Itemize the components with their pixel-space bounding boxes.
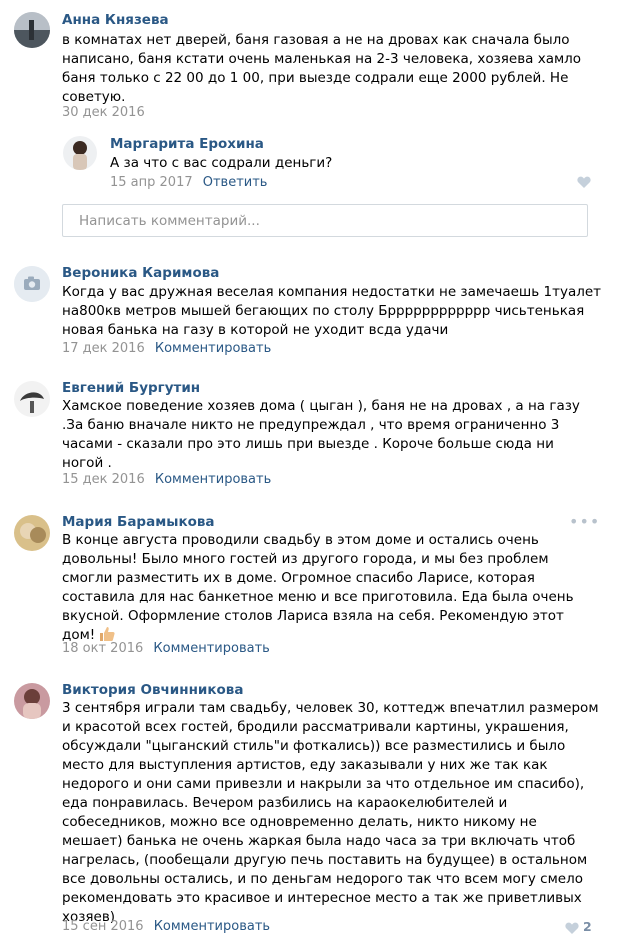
comment-author[interactable]: Евгений Бургутин bbox=[62, 380, 200, 396]
comment-text-line: смогли разместить их в доме. Огромное сп… bbox=[62, 570, 535, 586]
comment-text-line: недорого и они сами привезли и накрыли з… bbox=[62, 776, 585, 792]
reply-author[interactable]: Маргарита Ерохина bbox=[110, 136, 264, 152]
comment-text-line: написано, баня кстати очень маленькая на… bbox=[62, 51, 582, 67]
reply-button[interactable]: Ответить bbox=[203, 175, 268, 190]
comment-text-line: составила для нас банкетное меню и все п… bbox=[62, 589, 574, 605]
comment-date[interactable]: 15 сен 2016 bbox=[62, 919, 144, 934]
comment-date[interactable]: 15 дек 2016 bbox=[62, 472, 145, 487]
comment-text-line: и красотой всех гостей, бродили рассматр… bbox=[62, 719, 569, 735]
comment-meta: 15 сен 2016 Комментировать bbox=[62, 919, 270, 934]
avatar[interactable] bbox=[14, 515, 50, 551]
comment-meta: 18 окт 2016 Комментировать bbox=[62, 641, 270, 656]
like-heart-icon[interactable] bbox=[565, 922, 579, 934]
like-count[interactable]: 2 bbox=[583, 919, 592, 934]
comment-text-line: еда понравилась. Вечером разбились на ка… bbox=[62, 795, 508, 811]
avatar[interactable] bbox=[14, 381, 50, 417]
comment-text: в комнатах нет дверей, баня газовая а не… bbox=[62, 31, 592, 107]
comment-author[interactable]: Вероника Каримова bbox=[62, 265, 219, 281]
comment-button[interactable]: Комментировать bbox=[154, 919, 270, 934]
reply-text: А за что с вас содрали деньги? bbox=[110, 154, 550, 173]
comment-text-line: В конце августа проводили свадьбу в этом… bbox=[62, 532, 539, 548]
comment-meta: 15 дек 2016 Комментировать bbox=[62, 472, 271, 487]
comment-text-line: ногой . bbox=[62, 455, 112, 471]
comment-text-line: вкусной. Оформление столов Лариса взяла … bbox=[62, 608, 564, 624]
comment-text-line: довольны! Было много гостей из другого г… bbox=[62, 551, 549, 567]
comment-text-line: Хамское поведение хозяев дома ( цыган ),… bbox=[62, 398, 580, 414]
reply-text-line: А за что с вас содрали деньги? bbox=[110, 155, 333, 171]
comment-text-line: нагрелась, (пообещали другую печь постав… bbox=[62, 852, 588, 868]
avatar[interactable] bbox=[14, 12, 50, 48]
comment-text-line: мешает) банька не очень жаркая была надо… bbox=[62, 833, 576, 849]
comment-date[interactable]: 30 дек 2016 bbox=[62, 105, 145, 120]
comment-button[interactable]: Комментировать bbox=[155, 472, 271, 487]
comment-text-line: новая банька на газу в которой не уходит… bbox=[62, 322, 449, 338]
comment-text-line: рекомендовать это красивое и интересное … bbox=[62, 890, 582, 906]
comment-text: 3 сентября играли там свадьбу, человек 3… bbox=[62, 699, 599, 927]
comment-text-line: на800кв метров мышей бегающих по столу Б… bbox=[62, 303, 585, 319]
comment-input[interactable]: Написать комментарий... bbox=[62, 204, 588, 237]
avatar[interactable] bbox=[14, 683, 50, 719]
more-options-icon[interactable]: ••• bbox=[569, 512, 600, 531]
comment-text-line: Когда у вас дружная веселая компания нед… bbox=[62, 284, 602, 300]
comment-meta: 30 дек 2016 bbox=[62, 105, 145, 120]
comment-date[interactable]: 18 окт 2016 bbox=[62, 641, 143, 656]
comment-text-line: .За баню вначале никто не предупреждал ,… bbox=[62, 417, 560, 433]
comment-text-line: часами - сказали про это лишь при выезде… bbox=[62, 436, 554, 452]
comment-author[interactable]: Мария Барамыкова bbox=[62, 514, 215, 530]
comment-text: Когда у вас дружная веселая компания нед… bbox=[62, 283, 602, 340]
camera-icon bbox=[14, 266, 50, 302]
comment-text-line: обсуждали "цыганский стиль"и фоткались))… bbox=[62, 738, 566, 754]
reply-date[interactable]: 15 апр 2017 bbox=[110, 175, 193, 190]
comment-button[interactable]: Комментировать bbox=[153, 641, 269, 656]
comment-text-line: 3 сентября играли там свадьбу, человек 3… bbox=[62, 700, 599, 716]
comment-text-line: в комнатах нет дверей, баня газовая а не… bbox=[62, 32, 570, 48]
avatar[interactable] bbox=[63, 136, 97, 170]
comment-text-line: место для выступления артистов, еду зака… bbox=[62, 757, 548, 773]
comment-text-line: все довольны остались, и по деньгам недо… bbox=[62, 871, 583, 887]
comment-date[interactable]: 17 дек 2016 bbox=[62, 341, 145, 356]
comment-meta: 17 дек 2016 Комментировать bbox=[62, 341, 271, 356]
reply-meta: 15 апр 2017 Ответить bbox=[110, 175, 267, 190]
comment-text-line: баня только с 22 00 до 1 00, при выезде … bbox=[62, 70, 569, 86]
comment-input-placeholder: Написать комментарий... bbox=[79, 213, 260, 229]
comment-author[interactable]: Анна Князева bbox=[62, 12, 169, 28]
like-heart-icon[interactable] bbox=[577, 176, 591, 188]
comment-button[interactable]: Комментировать bbox=[155, 341, 271, 356]
comment-text: В конце августа проводили свадьбу в этом… bbox=[62, 531, 592, 645]
thumbs-up-icon bbox=[100, 627, 115, 641]
avatar[interactable] bbox=[14, 266, 50, 302]
comment-author[interactable]: Виктория Овчинникова bbox=[62, 682, 243, 698]
comment-text-line: собеседников, можно все одновременно дел… bbox=[62, 814, 537, 830]
comment-text: Хамское поведение хозяев дома ( цыган ),… bbox=[62, 397, 592, 473]
